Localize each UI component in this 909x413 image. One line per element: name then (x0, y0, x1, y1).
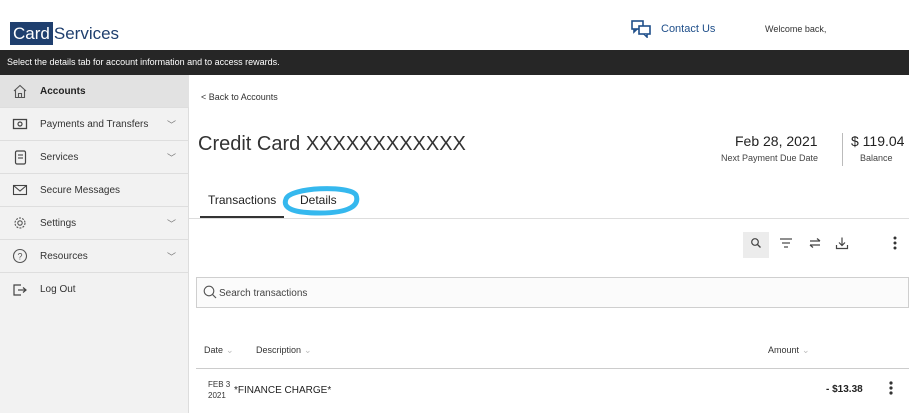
search-input[interactable] (219, 284, 519, 302)
logout-icon (0, 283, 40, 297)
column-label: Amount (768, 345, 800, 355)
sort-caret-icon: ⌄ (304, 345, 312, 355)
tab-details[interactable]: Details (300, 193, 337, 207)
home-icon (0, 84, 40, 99)
search-icon (750, 236, 762, 254)
back-to-accounts-link[interactable]: < Back to Accounts (201, 92, 278, 102)
column-header-description[interactable]: Description ⌄ (256, 345, 312, 356)
due-date-label: Next Payment Due Date (721, 153, 819, 163)
contact-us-label: Contact Us (661, 23, 716, 35)
sidebar-item-label: Log Out (40, 284, 76, 295)
header: Card Services Contact Us Welcome back, (0, 0, 909, 50)
sidebar: Accounts Payments and Transfers ﹀ Servic… (0, 75, 189, 413)
tab-transactions[interactable]: Transactions (208, 193, 276, 207)
gear-icon (0, 215, 40, 231)
svg-text:?: ? (17, 252, 22, 262)
sidebar-item-label: Secure Messages (40, 184, 121, 196)
search-box (196, 277, 909, 308)
sidebar-item-label: Services (40, 151, 79, 163)
column-label: Description (256, 345, 302, 355)
logo[interactable]: Card Services (10, 21, 119, 46)
more-vertical-icon (892, 235, 898, 256)
balance-value: $ 119.04 (851, 133, 905, 149)
table-header-divider (196, 368, 909, 369)
sidebar-item-accounts[interactable]: Accounts (0, 75, 189, 108)
tab-bar-divider (189, 218, 909, 219)
logo-box-text: Card (10, 22, 53, 45)
transaction-date: FEB 3 2021 (208, 379, 230, 401)
transaction-date-day: FEB 3 (208, 380, 231, 389)
column-label: Date (204, 345, 224, 355)
money-icon (0, 118, 40, 130)
chevron-down-icon: ﹀ (167, 152, 177, 163)
sidebar-item-label: Resources (40, 250, 88, 262)
more-vertical-icon (889, 381, 893, 395)
contact-us-link[interactable]: Contact Us (631, 20, 715, 38)
sidebar-item-payments-and-transfers[interactable]: Payments and Transfers ﹀ (0, 108, 189, 141)
summary-divider (842, 133, 843, 166)
sidebar-item-label: Settings (40, 217, 77, 229)
download-icon (835, 236, 849, 255)
sidebar-item-label: Accounts (40, 85, 86, 97)
column-header-date[interactable]: Date ⌄ (204, 345, 234, 356)
sort-button[interactable] (802, 232, 828, 258)
transaction-description: *FINANCE CHARGE* (234, 385, 332, 396)
search-toggle-button[interactable] (743, 232, 769, 258)
chevron-down-icon: ﹀ (167, 119, 177, 130)
filter-icon (779, 236, 793, 254)
envelope-icon (0, 184, 40, 196)
sidebar-item-log-out[interactable]: Log Out (0, 273, 189, 306)
more-options-button[interactable] (882, 232, 908, 258)
column-header-amount[interactable]: Amount ⌄ (768, 345, 810, 356)
sort-caret-icon: ⌄ (802, 345, 810, 355)
sidebar-item-services[interactable]: Services ﹀ (0, 141, 189, 174)
page-title: Credit Card XXXXXXXXXXXX (198, 133, 466, 155)
logo-text: Services (53, 24, 120, 43)
info-banner: Select the details tab for account infor… (0, 50, 909, 75)
filter-button[interactable] (773, 232, 799, 258)
download-button[interactable] (829, 232, 855, 258)
chevron-down-icon: ﹀ (167, 218, 177, 229)
balance-label: Balance (860, 153, 893, 163)
help-icon: ? (0, 248, 40, 264)
sort-caret-icon: ⌄ (226, 345, 234, 355)
transaction-date-year: 2021 (208, 391, 226, 400)
sidebar-item-settings[interactable]: Settings ﹀ (0, 207, 189, 240)
chat-icon (631, 20, 651, 38)
transaction-amount: - $13.38 (826, 384, 863, 395)
welcome-text: Welcome back, (765, 24, 827, 34)
sidebar-item-resources[interactable]: ? Resources ﹀ (0, 240, 189, 273)
sidebar-item-label: Payments and Transfers (40, 118, 149, 130)
search-icon (203, 285, 217, 299)
row-more-options-button[interactable] (888, 380, 894, 401)
document-icon (0, 149, 40, 165)
swap-icon (808, 236, 822, 254)
sidebar-item-secure-messages[interactable]: Secure Messages (0, 174, 189, 207)
due-date-value: Feb 28, 2021 (735, 133, 818, 149)
chevron-down-icon: ﹀ (167, 251, 177, 262)
